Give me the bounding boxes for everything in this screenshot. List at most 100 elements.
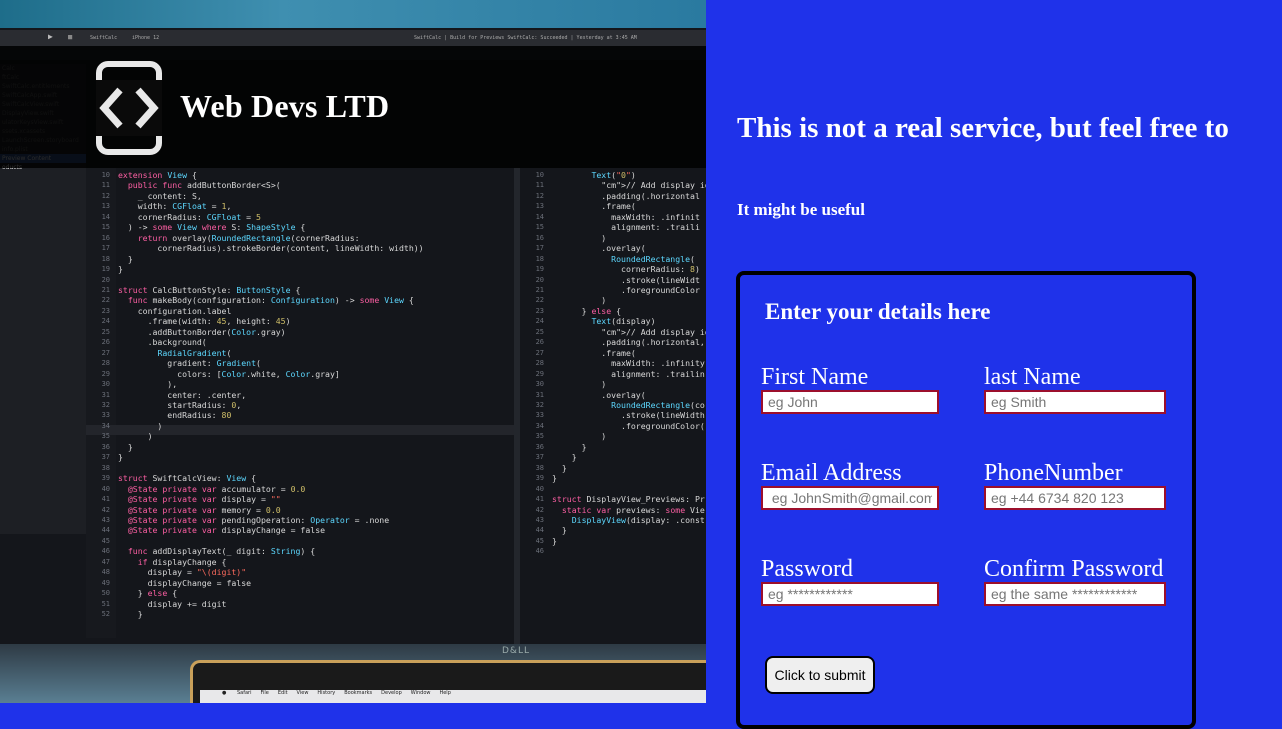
code-device-icon [96,61,162,155]
line-number: 30 [535,380,544,389]
line-number: 33 [535,411,544,420]
line-number: 44 [101,526,110,535]
code-line: center: .center, [118,389,247,400]
code-line: @State private var pendingOperation: Ope… [127,514,390,525]
hero-photo: ▶ ■ SwiftCalc iPhone 12 SwiftCalc | Buil… [0,0,706,703]
code-line: .addButtonBorder(Color.gray) [118,326,286,337]
line-number: 22 [535,296,544,305]
code-line: .frame( [552,201,636,212]
code-line: "cm">// Add display ident [601,180,706,191]
code-line: display = "\(digit)" [118,567,247,578]
code-line: } [552,441,587,452]
first-name-input[interactable] [761,390,939,414]
apple-icon: ● [222,690,227,696]
line-number: 15 [535,223,544,232]
line-number: 47 [101,557,110,566]
email-input[interactable] [761,486,939,510]
line-number: 39 [535,474,544,483]
pane-divider [514,168,520,644]
code-line: } [118,609,143,620]
line-number: 43 [101,515,110,524]
line-number: 18 [101,254,110,263]
menubar-item: File [260,690,269,696]
code-line: @State private var displayChange = false [127,525,326,536]
line-number: 45 [535,536,544,545]
email-label: Email Address [761,460,902,486]
line-number: 41 [535,495,544,504]
code-line: cornerRadius: 8) [552,264,700,275]
code-line: .foregroundColor [552,284,700,295]
menubar-item: Help [439,690,451,696]
line-number: 34 [101,421,110,430]
line-number: 23 [535,306,544,315]
line-number: 27 [101,348,110,357]
code-line: width: CGFloat = 1, [118,201,232,212]
code-line: struct SwiftCalcView: View { [118,473,257,484]
code-line: RoundedRectangle(co [611,399,705,410]
code-line: .frame( [552,347,636,358]
menubar-item: Safari [236,690,252,696]
code-line: Text("0") [591,170,636,180]
code-line: } [552,525,567,536]
line-number: 22 [101,296,110,305]
line-number: 21 [101,285,110,294]
line-number: 31 [101,390,110,399]
line-number: 44 [535,526,544,535]
line-number: 17 [535,244,544,253]
mac-menubar: ● Safari File Edit View History Bookmarks Deve… [200,690,706,703]
code-line: } [552,535,557,546]
line-number: 49 [101,578,110,587]
line-number: 13 [101,202,110,211]
line-number: 39 [101,474,110,483]
brand-name[interactable]: Web Devs LTD [180,88,389,125]
code-editor-right: Text("0") "cm">// Add display ident .pad… [552,170,706,557]
line-number: 23 [101,306,110,315]
line-number: 28 [535,359,544,368]
code-line: .stroke(lineWidth [552,410,705,421]
submit-button[interactable]: Click to submit [765,656,875,694]
phone-input[interactable] [984,486,1166,510]
menubar-item: Bookmarks [344,690,373,696]
code-line: .overlay( [552,243,646,254]
code-line: DisplayView(display: .const [571,514,705,525]
line-number: 16 [101,233,110,242]
code-line: } else { [552,305,622,316]
line-number: 52 [101,610,110,619]
line-number: 29 [101,369,110,378]
code-line: startRadius: 0, [118,399,242,410]
line-number: 19 [101,265,110,274]
code-line: alignment: .trailin [552,368,705,379]
confirm-password-label: Confirm Password [984,556,1164,582]
password-input[interactable] [761,582,939,606]
line-number: 25 [535,327,544,336]
line-number: 13 [535,202,544,211]
line-number: 46 [101,547,110,556]
line-number: 46 [535,547,544,556]
code-line: ) [552,232,607,243]
code-line: ) [552,295,607,306]
line-number: 11 [101,181,110,190]
line-number: 38 [535,463,544,472]
code-line: @State private var memory = 0.0 [127,504,281,515]
last-name-input[interactable] [984,390,1166,414]
line-number: 48 [101,568,110,577]
line-number: 15 [101,223,110,232]
code-line: return overlay(RoundedRectangle(cornerRa… [137,232,360,243]
line-number: 28 [101,359,110,368]
page-headline: This is not a real service, but feel fre… [737,112,1229,144]
code-line: @State private var display = "" [127,494,281,505]
line-number: 21 [535,285,544,294]
line-number: 24 [101,317,110,326]
confirm-password-input[interactable] [984,582,1166,606]
line-number: 26 [535,338,544,347]
code-line: public func addButtonBorder<S>( [127,180,281,191]
code-line: configuration.label [118,305,232,316]
stop-icon: ■ [68,33,73,41]
build-status: SwiftCalc | Build for Previews SwiftCalc… [414,35,637,41]
code-line: endRadius: 80 [118,410,232,421]
code-line: Text(display) [591,316,656,327]
line-numbers-right: 10 11 12 13 14 15 16 17 18 19 20 21 22 23 24 25 26 27 28 29… [522,170,544,557]
line-number: 27 [535,348,544,357]
